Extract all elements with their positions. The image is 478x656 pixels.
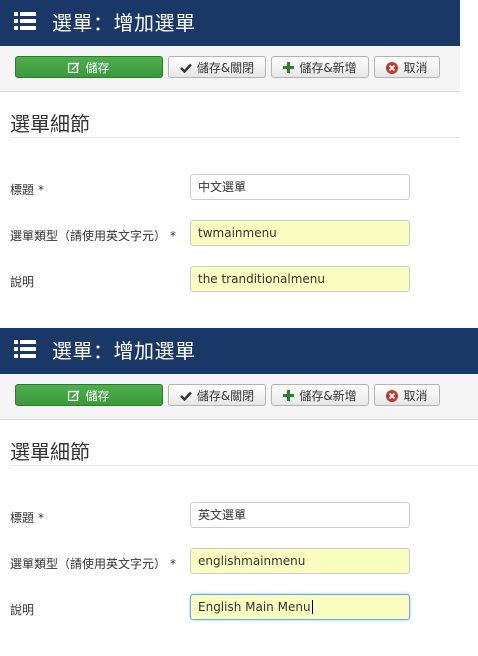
cancel-button[interactable]: 取消 [374,56,440,78]
list-icon [14,12,36,30]
check-icon [179,391,192,401]
title-input[interactable]: 英文選單 [190,502,410,528]
section-title: 選單細節 [10,440,90,464]
description-label: 說明 [10,275,35,289]
menu-type-input[interactable]: twmainmenu [190,220,410,246]
save-new-button[interactable]: 儲存&新增 [271,56,369,78]
description-input[interactable]: the tranditionalmenu [190,266,410,292]
required-mark: * [170,557,177,571]
cancel-button[interactable]: 取消 [374,384,440,406]
save-close-button[interactable]: 儲存&關閉 [168,56,266,78]
required-mark: * [38,511,45,525]
menu-edit-panel-english: 選單：增加選單 儲存 儲存&關閉 儲存&新增 取消 選單細節 標題 * 英文選單… [0,328,478,656]
edit-icon [68,390,80,401]
section-divider [10,137,460,138]
toolbar: 儲存 儲存&關閉 儲存&新增 取消 [0,374,478,420]
save-close-button[interactable]: 儲存&關閉 [168,384,266,406]
save-button[interactable]: 儲存 [15,56,163,78]
description-input-value: English Main Menu [198,600,311,614]
menu-type-label: 選單類型（請使用英文字元） * [10,227,176,244]
cancel-button-label: 取消 [403,61,428,75]
check-icon [179,63,192,73]
text-caret [311,599,313,614]
page-title: 選單：增加選單 [52,11,196,35]
required-mark: * [170,229,177,243]
required-mark: * [38,183,45,197]
save-close-button-label: 儲存&關閉 [196,61,255,75]
save-new-button-label: 儲存&新增 [299,61,357,75]
menu-type-label-text: 選單類型（請使用英文字元） [10,557,167,571]
title-input[interactable]: 中文選單 [190,174,410,200]
plus-icon [283,390,295,401]
cancel-button-label: 取消 [403,389,428,403]
cancel-circle-icon [386,389,399,402]
save-button-label: 儲存 [85,389,110,403]
plus-icon [283,62,295,73]
menu-edit-panel-chinese: 選單：增加選單 儲存 儲存&關閉 儲存&新增 取消 選單細節 標題 * 中文選單… [0,0,478,328]
section-title: 選單細節 [10,112,90,136]
description-input[interactable]: English Main Menu [190,594,410,620]
cancel-circle-icon [386,61,399,74]
page-title: 選單：增加選單 [52,339,196,363]
save-button[interactable]: 儲存 [15,384,163,406]
title-label: 標題 * [10,509,44,526]
menu-type-label-text: 選單類型（請使用英文字元） [10,229,167,243]
section-divider [10,465,478,466]
description-label: 說明 [10,603,35,617]
menu-type-input[interactable]: englishmainmenu [190,548,410,574]
title-label-text: 標題 [10,511,35,525]
list-icon [14,340,36,358]
page-header: 選單：增加選單 [0,0,460,46]
title-label-text: 標題 [10,183,35,197]
save-new-button[interactable]: 儲存&新增 [271,384,369,406]
edit-icon [68,62,80,73]
save-new-button-label: 儲存&新增 [299,389,357,403]
save-button-label: 儲存 [85,61,110,75]
save-close-button-label: 儲存&關閉 [196,389,255,403]
page-header: 選單：增加選單 [0,328,478,374]
title-label: 標題 * [10,181,44,198]
menu-type-label: 選單類型（請使用英文字元） * [10,555,176,572]
toolbar: 儲存 儲存&關閉 儲存&新增 取消 [0,46,460,92]
